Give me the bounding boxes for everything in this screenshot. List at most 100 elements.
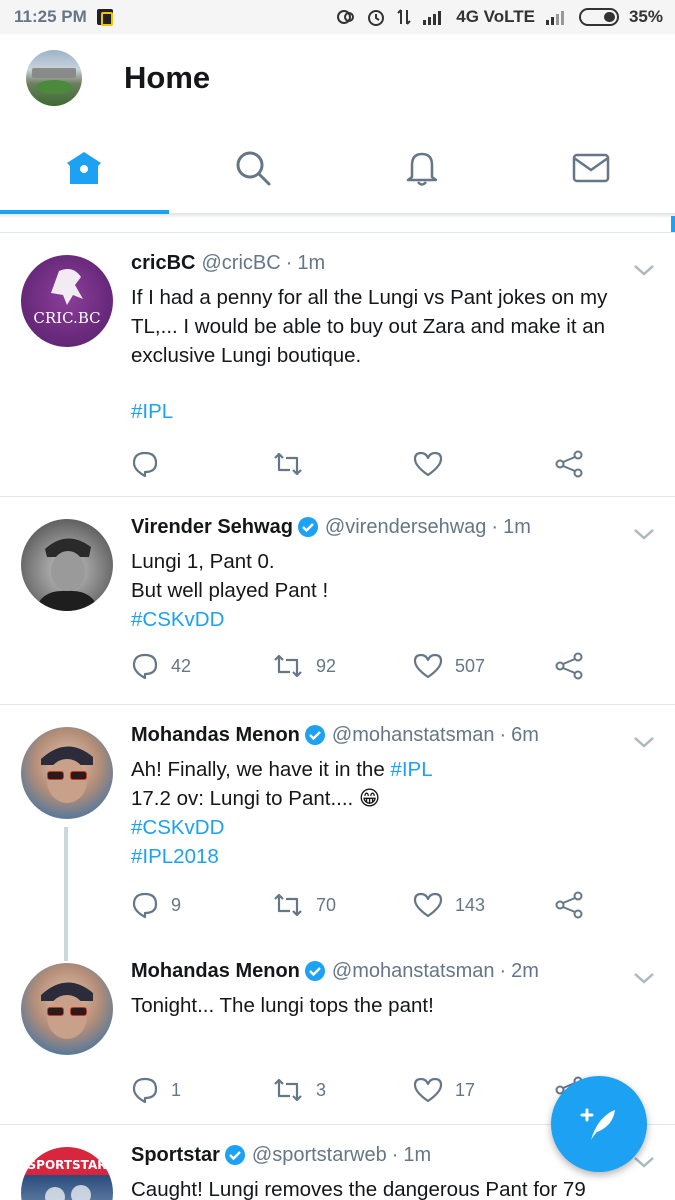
verified-badge-icon [304, 961, 325, 981]
reply-icon [132, 653, 158, 680]
tweet-text: Ah! Finally, we have it in the [131, 758, 385, 781]
network-label: 4G VoLTE [456, 7, 535, 26]
share-button[interactable] [554, 891, 596, 919]
like-button[interactable]: 17 [413, 1077, 554, 1103]
avatar[interactable] [21, 519, 113, 611]
tweet-time: 1m [297, 252, 326, 274]
share-button[interactable] [554, 652, 596, 680]
retweet-button[interactable]: 3 [272, 1078, 413, 1102]
sync-icon [337, 10, 355, 24]
chevron-down-icon[interactable] [633, 1155, 655, 1169]
reply-button[interactable]: 9 [131, 891, 272, 919]
like-button[interactable] [413, 451, 554, 477]
tweet[interactable]: Mohandas Menon @mohanstatsman · 6m Ah! F… [0, 705, 675, 941]
tweet-header: cricBC @cricBC · 1m [131, 249, 635, 277]
reply-icon [132, 1077, 158, 1104]
retweet-button[interactable]: 92 [272, 654, 413, 678]
avatar[interactable] [21, 963, 113, 1055]
separator-dot: · [499, 724, 507, 746]
user-photo-icon [41, 746, 93, 803]
tweet-actions: 42 92 507 [131, 646, 635, 686]
tweet-time: 6m [511, 724, 539, 746]
app-header: Home [0, 34, 675, 122]
hashtag-link[interactable]: #IPL2018 [131, 842, 635, 871]
chevron-down-icon[interactable] [633, 735, 655, 749]
tweet[interactable]: Virender Sehwag @virendersehwag · 1m Lun… [0, 497, 675, 705]
heart-icon [413, 892, 443, 918]
author-name[interactable]: Virender Sehwag [131, 513, 293, 541]
author-name[interactable]: cricBC [131, 249, 195, 277]
cricbc-logo-text: CRIC.BC [33, 309, 100, 327]
tab-notifications[interactable] [338, 122, 507, 213]
bell-icon [406, 152, 438, 186]
retweet-button[interactable]: 70 [272, 893, 413, 917]
heart-icon [413, 1077, 443, 1103]
author-handle: @mohanstatsman [331, 724, 495, 746]
sportstar-logo-icon: SPORTSTAR [28, 1158, 106, 1200]
scroll-indicator [671, 216, 675, 232]
author-name[interactable]: Mohandas Menon [131, 957, 300, 985]
share-button[interactable] [554, 450, 596, 478]
chevron-down-icon[interactable] [633, 971, 655, 985]
battery-percent: 35% [628, 7, 663, 26]
author-handle: @sportstarweb [251, 1144, 387, 1166]
like-button[interactable]: 507 [413, 653, 554, 679]
tweet-thread: Mohandas Menon @mohanstatsman · 6m Ah! F… [0, 705, 675, 1125]
home-icon [67, 151, 102, 184]
verified-badge-icon [297, 517, 318, 537]
status-bar: 11:25 PM 4G VoLTE 35% [0, 0, 675, 34]
chevron-down-icon[interactable] [633, 527, 655, 541]
tweet-text-line: Ah! Finally, we have it in the #IPL [131, 755, 635, 784]
like-count: 17 [455, 1079, 476, 1100]
separator-dot: · [491, 516, 499, 538]
search-icon [236, 151, 271, 185]
avatar[interactable]: CRIC.BC [21, 255, 113, 347]
avatar[interactable]: SPORTSTAR [21, 1147, 113, 1200]
retweet-button[interactable] [272, 452, 413, 476]
hashtag-link[interactable]: #CSKvDD [131, 813, 635, 842]
tweet-header: Mohandas Menon @mohanstatsman · 2m [131, 957, 635, 985]
user-photo-icon [41, 982, 93, 1039]
alarm-icon [368, 10, 385, 26]
reply-icon [132, 892, 158, 919]
author-name[interactable]: Mohandas Menon [131, 721, 300, 749]
heart-icon [413, 653, 443, 679]
avatar[interactable] [21, 727, 113, 819]
reply-button[interactable]: 1 [131, 1076, 272, 1104]
tab-search[interactable] [169, 122, 338, 213]
share-icon [555, 450, 583, 478]
share-icon [555, 652, 583, 680]
tabs-shadow [0, 214, 675, 218]
tweet-actions: 9 70 143 [131, 885, 635, 925]
retweet-count: 70 [316, 894, 337, 915]
chevron-down-icon[interactable] [633, 263, 655, 277]
tab-messages[interactable] [506, 122, 675, 213]
like-button[interactable]: 143 [413, 892, 554, 918]
author-handle: @virendersehwag [324, 516, 487, 538]
hashtag-link[interactable]: #IPL [131, 397, 635, 426]
compose-tweet-button[interactable] [551, 1076, 647, 1172]
tweet-text-line: Lungi 1, Pant 0. [131, 550, 275, 573]
reply-count: 1 [171, 1079, 182, 1100]
hashtag-link[interactable]: #CSKvDD [131, 605, 635, 634]
tweet-time: 1m [503, 516, 531, 538]
tweet[interactable]: CRIC.BC cricBC @cricBC · 1m If I had a p… [0, 233, 675, 497]
profile-avatar[interactable] [26, 50, 82, 106]
tweet-text: Tonight... The lungi tops the pant! [131, 994, 434, 1017]
separator-dot: · [391, 1144, 399, 1166]
retweet-count: 92 [316, 655, 337, 676]
compose-tweet-icon [580, 1108, 615, 1140]
reply-button[interactable] [131, 450, 272, 478]
share-icon [555, 891, 583, 919]
status-time: 11:25 PM [14, 7, 87, 26]
verified-badge-icon [304, 725, 325, 745]
hashtag-link[interactable]: #IPL [390, 758, 432, 781]
retweet-icon [274, 452, 302, 476]
reply-button[interactable]: 42 [131, 652, 272, 680]
like-count: 507 [455, 655, 486, 676]
tweet-text: Caught! Lungi removes the dangerous Pant… [131, 1178, 586, 1200]
tab-home[interactable] [0, 122, 169, 214]
separator-dot: · [499, 960, 507, 982]
author-name[interactable]: Sportstar [131, 1141, 220, 1169]
tweet-text-line: But well played Pant ! [131, 579, 329, 602]
